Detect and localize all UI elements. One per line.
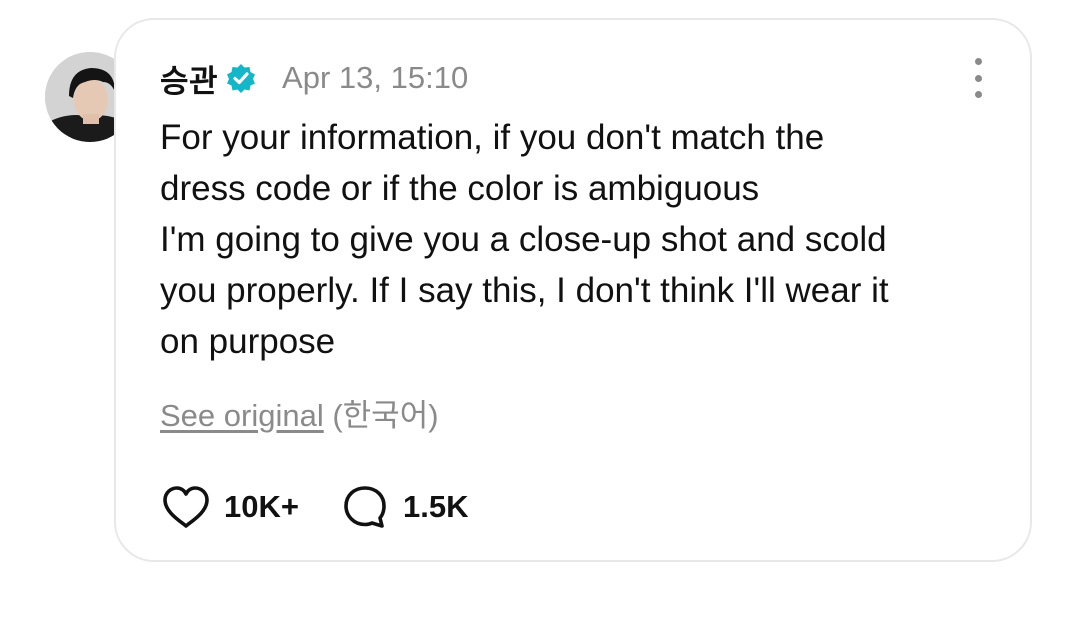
like-button[interactable]: 10K+ [160, 483, 299, 531]
post-actions: 10K+ 1.5K [160, 482, 468, 532]
translation-row: See original (한국어) [160, 390, 439, 435]
post-timestamp: Apr 13, 15:10 [282, 60, 469, 95]
original-language-label: (한국어) [332, 398, 439, 433]
post-header: 승관 Apr 13, 15:10 [160, 56, 468, 100]
comment-button[interactable]: 1.5K [339, 483, 468, 531]
see-original-link[interactable]: See original [160, 398, 324, 433]
heart-icon [160, 483, 212, 531]
comment-count: 1.5K [402, 489, 469, 524]
verified-badge-icon [226, 63, 256, 93]
more-vertical-icon [974, 58, 982, 65]
like-count: 10K+ [224, 489, 299, 524]
author-name[interactable]: 승관 [160, 56, 218, 101]
post-body-text: For your information, if you don't match… [160, 118, 889, 361]
more-options-button[interactable] [968, 58, 988, 98]
post-card: 승관 Apr 13, 15:10 For your information, i… [114, 18, 1032, 562]
comment-bubble-icon [339, 483, 391, 531]
